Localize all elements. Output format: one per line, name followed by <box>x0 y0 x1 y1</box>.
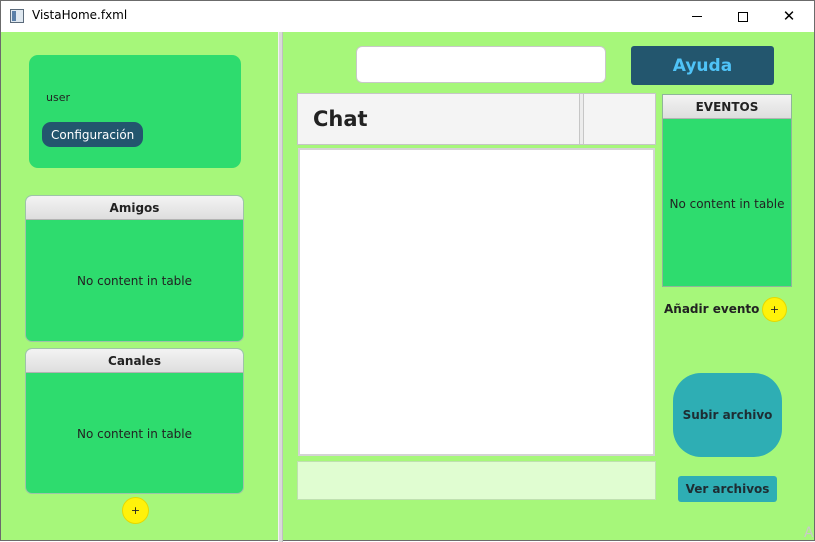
events-table-header[interactable]: EVENTOS <box>663 95 791 119</box>
add-channel-button[interactable]: + <box>122 497 149 524</box>
app-window: VistaHome.fxml ✕ user Configuración Amig… <box>0 0 815 542</box>
window-title: VistaHome.fxml <box>32 8 128 22</box>
close-button[interactable]: ✕ <box>766 1 812 32</box>
search-input[interactable] <box>356 46 606 83</box>
minimize-icon <box>692 16 702 17</box>
upload-file-button[interactable]: Subir archivo <box>673 373 782 457</box>
split-pane-divider[interactable] <box>278 32 283 542</box>
settings-button[interactable]: Configuración <box>42 122 144 147</box>
help-button[interactable]: Ayuda <box>631 46 774 85</box>
maximize-button[interactable] <box>720 1 766 32</box>
plus-icon: + <box>130 504 141 517</box>
close-icon: ✕ <box>782 7 796 25</box>
channels-table-header[interactable]: Canales <box>26 349 243 373</box>
app-window-icon <box>10 9 24 23</box>
events-table-empty-text: No content in table <box>669 197 785 211</box>
view-files-button[interactable]: Ver archivos <box>678 476 777 502</box>
user-panel: user Configuración <box>29 55 241 168</box>
chat-title: Chat <box>313 107 368 131</box>
plus-icon: + <box>769 303 780 316</box>
maximize-icon <box>738 11 748 22</box>
channels-table[interactable]: Canales No content in table <box>25 348 244 494</box>
events-table[interactable]: EVENTOS No content in table <box>662 94 792 287</box>
resize-grip-icon[interactable]: A <box>804 525 814 541</box>
friends-table-header[interactable]: Amigos <box>26 196 243 220</box>
username-label: user <box>46 91 70 104</box>
add-event-label: Añadir evento <box>664 302 760 316</box>
chat-message-input[interactable] <box>297 461 656 500</box>
add-event-button[interactable]: + <box>762 297 787 322</box>
chat-header: Chat <box>297 93 656 145</box>
friends-table[interactable]: Amigos No content in table <box>25 195 244 342</box>
friends-table-empty-text: No content in table <box>76 274 193 288</box>
title-bar: VistaHome.fxml ✕ <box>1 1 814 32</box>
channels-table-empty-text: No content in table <box>76 427 193 441</box>
chat-messages-area[interactable] <box>298 148 655 456</box>
minimize-button[interactable] <box>674 1 720 32</box>
chat-header-separator <box>579 94 584 144</box>
